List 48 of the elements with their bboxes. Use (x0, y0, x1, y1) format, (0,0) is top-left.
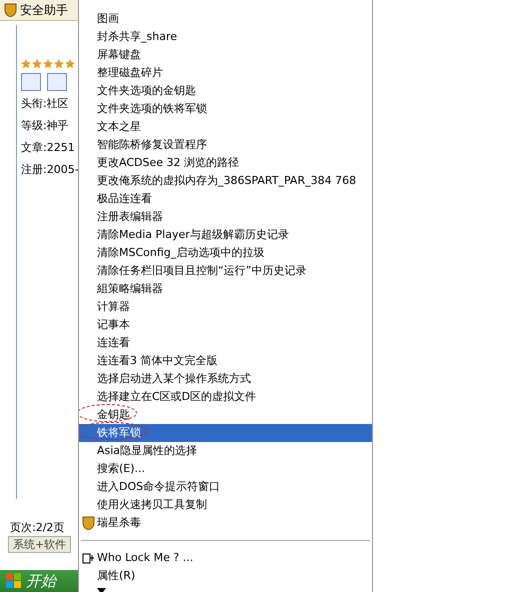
menu-item[interactable]: 智能陈桥修复设置程序 (79, 136, 372, 154)
menu-item[interactable]: 清除MSConfig_启动选项中的拉圾 (79, 244, 372, 262)
menu-item[interactable]: 組策略编辑器 (79, 280, 372, 298)
star-icon (54, 59, 64, 69)
menu-item[interactable]: 搜索(E)... (79, 460, 372, 478)
shield-icon (4, 3, 17, 17)
menu-item[interactable]: 进入DOS命令提示符窗口 (79, 478, 372, 496)
menu-item[interactable]: 清除Media Player与超级解霸历史记录 (79, 226, 372, 244)
profile-text: 等级:神乎 (21, 118, 70, 134)
menu-item[interactable]: 记事本 (79, 316, 372, 334)
star-icon (65, 59, 75, 69)
profile-text: 文章:2251 (21, 140, 76, 156)
bottom-tab[interactable]: 系统+软件 (8, 536, 72, 553)
menu-item[interactable]: 图画 (79, 10, 372, 28)
profile-text: 注册:2005- (21, 162, 78, 178)
star-icon (21, 59, 31, 69)
menu-item[interactable]: 选择启动进入某个操作系统方式 (79, 370, 372, 388)
menu-item[interactable]: 连连看 (79, 334, 372, 352)
menu-item[interactable]: 使用火速拷贝工具复制 (79, 496, 372, 514)
menu-item[interactable]: 文件夹选项的铁将军锁 (79, 100, 372, 118)
menu-item[interactable]: 选择建立在C区或D区的虚拟文件 (79, 388, 372, 406)
menu-item[interactable]: 注册表编辑器 (79, 208, 372, 226)
menu-item[interactable]: 文件夹选项的金钥匙 (79, 82, 372, 100)
menu-item[interactable]: 封杀共享_share (79, 28, 372, 46)
menu-item[interactable]: 文本之星 (79, 118, 372, 136)
menu-item[interactable]: 属性(R) (79, 567, 372, 585)
lock-icon (82, 552, 95, 564)
start-button[interactable]: 开始 (0, 570, 78, 592)
profile-text: 头衔:社区 (21, 96, 70, 112)
windows-logo-icon (6, 573, 22, 589)
page-info: 页次:2/2页 (9, 520, 66, 536)
menu-item[interactable]: 计算器 (79, 298, 372, 316)
menu-item[interactable]: 铁将军锁 (79, 424, 372, 442)
menu-item[interactable]: 更改俺系统的虚拟内存为_386SPART_PAR_384 768 (79, 172, 372, 190)
menu-item[interactable]: Who Lock Me ? ... (79, 549, 372, 567)
menu-item[interactable]: 金钥匙 (79, 406, 372, 424)
menu-item[interactable]: Asia隐显属性的选择 (79, 442, 372, 460)
star-icon (43, 59, 53, 69)
menu-item[interactable]: 极品连连看 (79, 190, 372, 208)
star-icon (32, 59, 42, 69)
menu-item[interactable]: 屏幕键盘 (79, 46, 372, 64)
menu-item[interactable]: 整理磁盘碎片 (79, 64, 372, 82)
menu-item[interactable]: 清除任务栏旧项目且控制“运行”中历史记录 (79, 262, 372, 280)
menu-item[interactable]: 连连看3 简体中文完全版 (79, 352, 372, 370)
window-tab[interactable]: 安全助手 (0, 0, 78, 21)
shield-icon (82, 516, 95, 530)
menu-item[interactable]: 瑞星杀毒 (79, 514, 372, 532)
menu-item[interactable]: 更改ACDSee 32 浏览的路径 (79, 154, 372, 172)
